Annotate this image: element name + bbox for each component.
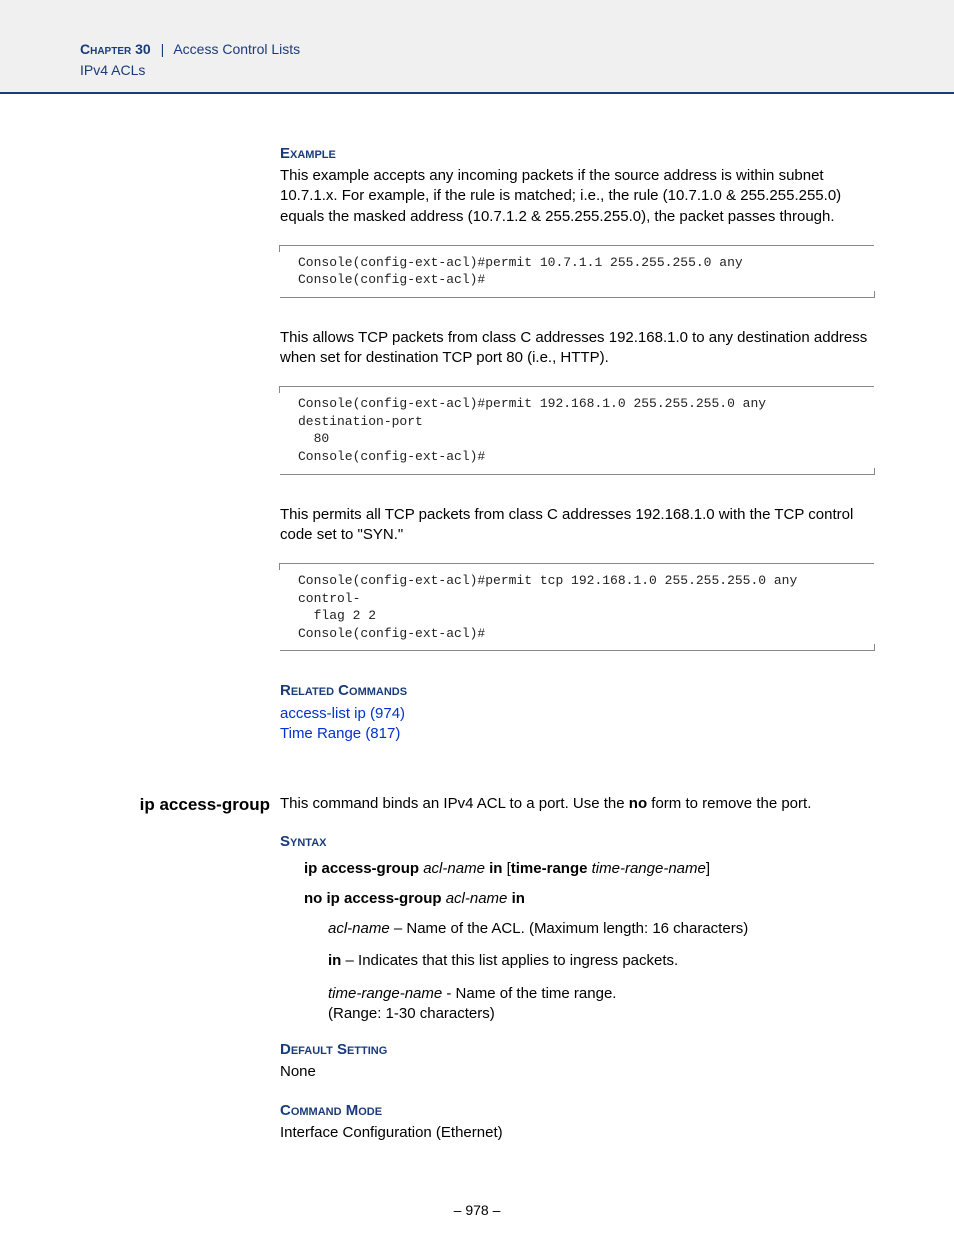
- related-link-1[interactable]: access-list ip (974): [280, 705, 405, 722]
- code-block-1: Console(config-ext-acl)#permit 10.7.1.1 …: [280, 245, 874, 298]
- syntax-line-1: ip access-group acl-name in [time-range …: [304, 859, 874, 879]
- chapter-line: Chapter 30 | Access Control Lists: [80, 40, 954, 59]
- example-para-3: This permits all TCP packets from class …: [280, 505, 874, 546]
- command-section: ip access-group This command binds an IP…: [80, 794, 874, 1143]
- code-block-2: Console(config-ext-acl)#permit 192.168.1…: [280, 386, 874, 474]
- syntax-line-2: no ip access-group acl-name in: [304, 889, 874, 909]
- page-header: Chapter 30 | Access Control Lists IPv4 A…: [0, 0, 954, 94]
- example-para-2: This allows TCP packets from class C add…: [280, 328, 874, 369]
- example-label: Example: [280, 144, 874, 164]
- command-name: ip access-group: [80, 794, 270, 817]
- syntax-label: Syntax: [280, 832, 874, 852]
- param-acl-name: acl-name – Name of the ACL. (Maximum len…: [328, 919, 874, 939]
- syntax-block: ip access-group acl-name in [time-range …: [304, 859, 874, 1025]
- param-time-range-name: time-range-name - Name of the time range…: [328, 984, 874, 1025]
- related-links: access-list ip (974) Time Range (817): [280, 704, 874, 745]
- related-commands-label: Related Commands: [280, 681, 874, 701]
- command-desc-bold: no: [629, 795, 647, 812]
- example-intro: This example accepts any incoming packet…: [280, 166, 874, 227]
- command-description: This command binds an IPv4 ACL to a port…: [280, 794, 874, 814]
- command-desc-pre: This command binds an IPv4 ACL to a port…: [280, 795, 629, 812]
- chapter-label: Chapter 30: [80, 41, 151, 57]
- related-link-2[interactable]: Time Range (817): [280, 725, 400, 742]
- param-in: in – Indicates that this list applies to…: [328, 951, 874, 971]
- command-mode-value: Interface Configuration (Ethernet): [280, 1123, 874, 1143]
- chapter-separator: |: [155, 41, 171, 57]
- chapter-title: Access Control Lists: [173, 41, 300, 57]
- command-mode-label: Command Mode: [280, 1101, 874, 1121]
- command-desc-post: form to remove the port.: [647, 795, 811, 812]
- page-footer: – 978 –: [0, 1201, 954, 1250]
- code-block-3: Console(config-ext-acl)#permit tcp 192.1…: [280, 563, 874, 651]
- default-setting-label: Default Setting: [280, 1040, 874, 1060]
- default-setting-value: None: [280, 1062, 874, 1082]
- page-number: – 978 –: [454, 1202, 501, 1218]
- chapter-subtitle: IPv4 ACLs: [80, 61, 954, 80]
